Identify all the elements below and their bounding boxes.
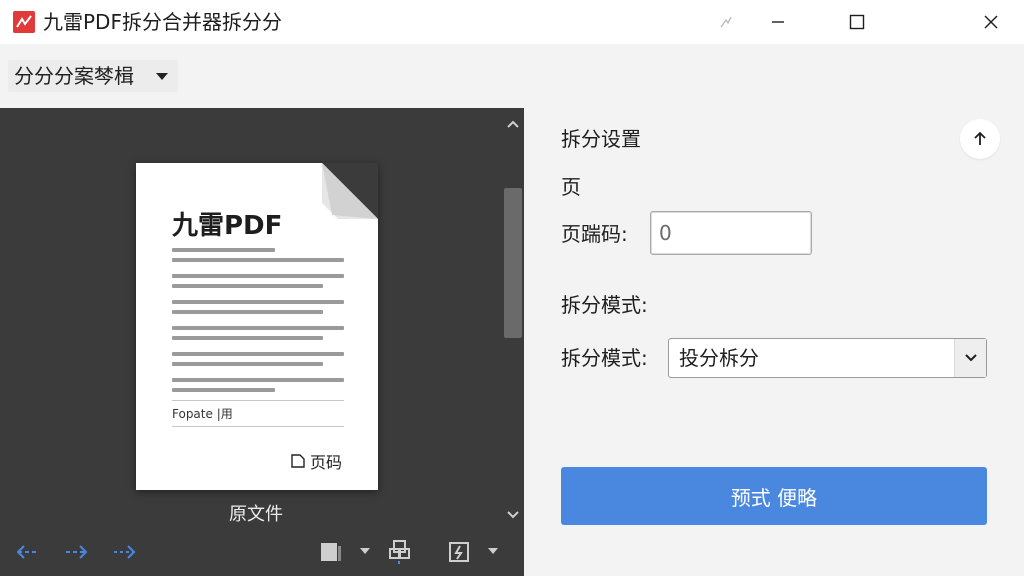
chevron-down-icon [954,339,986,377]
document-page-label: 页码 [290,449,342,473]
chevron-down-icon[interactable] [360,548,370,554]
chevron-down-icon [156,73,168,80]
page-number-input[interactable]: 0 [650,211,812,255]
chevron-down-icon[interactable] [488,548,498,554]
app-logo-icon [13,11,35,33]
rotate-icon[interactable] [446,539,472,565]
document-heading: 九雷PDF [172,211,283,241]
scrollbar-thumb[interactable] [504,188,522,338]
settings-section-title: 拆分设置 [561,127,641,151]
preview-split-button[interactable]: 预式 便略 [561,467,987,525]
settings-sub-label: 页 [561,175,581,199]
document-footer-label: Fopate |用 [172,407,233,421]
scroll-top-button[interactable] [960,119,1000,159]
close-button[interactable] [968,0,1014,44]
mode-heading: 拆分模式: [561,293,648,317]
title-bar: 九雷PDF拆分合并器拆分分 [0,0,1024,44]
app-title: 九雷PDF拆分合并器拆分分 [43,10,282,34]
page-fold-icon [322,163,378,219]
scroll-up-icon[interactable] [505,116,521,132]
split-pages-icon[interactable] [387,539,413,565]
mode-dropdown[interactable]: 分分分案棽楫 [8,60,178,92]
page-view-icon[interactable] [318,539,344,565]
document-divider [172,426,344,427]
mode-select-value: 投分柝分 [679,346,759,370]
page-input-label: 页踹码: [561,222,628,246]
arrow-right-dashed-icon[interactable] [110,541,138,563]
document-divider [172,400,344,401]
mode-select-label: 拆分模式: [561,346,648,370]
document-page-label-text: 页码 [310,453,343,472]
snap-icon[interactable] [703,0,749,44]
maximize-button[interactable] [834,0,880,44]
document-text-lines [172,248,344,398]
page-icon [291,454,305,468]
minimize-button[interactable] [755,0,801,44]
document-caption: 原文件 [229,504,283,525]
arrow-up-icon [974,131,986,145]
mode-select[interactable]: 投分柝分 [668,338,987,378]
arrow-left-icon[interactable] [14,541,42,563]
arrow-right-icon[interactable] [62,541,90,563]
mode-dropdown-label: 分分分案棽楫 [14,64,134,88]
